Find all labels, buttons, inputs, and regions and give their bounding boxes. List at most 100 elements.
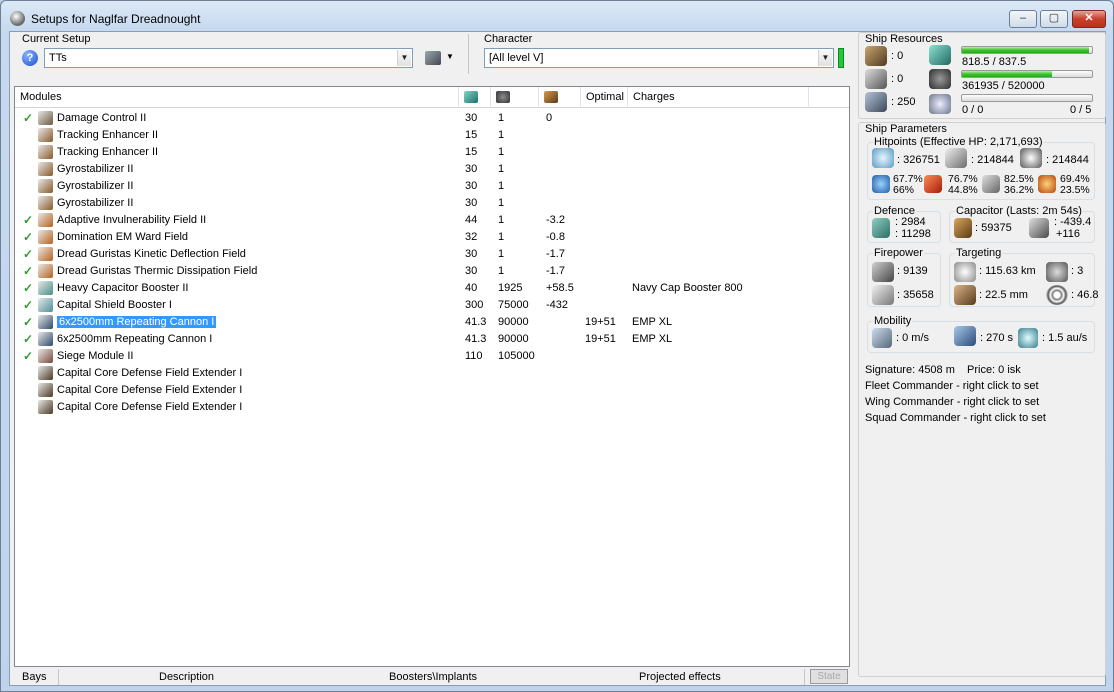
cpu-value: 818.5 / 837.5 <box>962 56 1027 68</box>
column-powergrid[interactable] <box>491 87 539 108</box>
tab-projected-effects[interactable]: Projected effects <box>639 671 721 683</box>
scan-resolution-icon <box>954 285 976 305</box>
column-charges[interactable]: Charges <box>628 87 809 108</box>
module-row[interactable]: Gyrostabilizer II 30 1 <box>15 195 849 212</box>
module-icon <box>38 383 53 397</box>
max-targets: : 3 <box>1071 265 1084 277</box>
module-capacitor: -432 <box>546 299 569 311</box>
module-powergrid: 1 <box>498 248 505 260</box>
module-powergrid: 1 <box>498 112 505 124</box>
module-icon <box>38 332 53 346</box>
module-row[interactable]: Capital Core Defense Field Extender I <box>15 399 849 416</box>
calibration-value: : 250 <box>891 96 916 108</box>
module-capacitor: 0 <box>546 112 553 124</box>
thermal-resist-armor: 44.8% <box>948 184 978 196</box>
volley-icon <box>872 285 894 305</box>
column-cpu[interactable] <box>459 87 491 108</box>
mobility-title: Mobility <box>873 315 913 327</box>
module-row[interactable]: ✓ Dread Guristas Kinetic Deflection Field… <box>15 246 849 263</box>
close-button[interactable]: ✕ <box>1072 10 1106 28</box>
module-name: Capital Shield Booster I <box>57 299 172 311</box>
module-cpu: 30 <box>465 163 478 175</box>
module-powergrid: 1 <box>498 129 505 141</box>
module-name: Dread Guristas Thermic Dissipation Field <box>57 265 258 277</box>
module-row[interactable]: ✓ Domination EM Ward Field 32 1 -0.8 <box>15 229 849 246</box>
tab-description[interactable]: Description <box>159 671 214 683</box>
armor-icon <box>945 148 967 168</box>
module-row[interactable]: ✓ Adaptive Invulnerability Field II 44 1 -3.… <box>15 212 849 229</box>
tab-boosters-implants[interactable]: Boosters\Implants <box>389 671 477 683</box>
module-row[interactable]: Tracking Enhancer II 15 1 <box>15 144 849 161</box>
kinetic-resist-armor: 36.2% <box>1004 184 1034 196</box>
module-name: Heavy Capacitor Booster II <box>57 282 189 294</box>
chevron-down-icon: ▼ <box>818 50 832 66</box>
module-row[interactable]: Gyrostabilizer II 30 1 <box>15 178 849 195</box>
character-select[interactable]: [All level V] ▼ <box>484 48 834 68</box>
active-check-icon: ✓ <box>23 349 34 363</box>
module-powergrid: 75000 <box>498 299 529 311</box>
module-row[interactable]: Tracking Enhancer II 15 1 <box>15 127 849 144</box>
module-row[interactable]: ✓ Heavy Capacitor Booster II 40 1925 +58.5 Na… <box>15 280 849 297</box>
module-icon <box>38 196 53 210</box>
module-row[interactable]: ✓ Damage Control II 30 1 0 <box>15 110 849 127</box>
title-bar[interactable]: Setups for Naglfar Dreadnought ‒ ▢ ✕ <box>1 1 1113 31</box>
module-name: Capital Core Defense Field Extender I <box>57 367 243 379</box>
module-row[interactable]: ✓ Siege Module II 110 105000 <box>15 348 849 365</box>
module-row[interactable]: ✓ Dread Guristas Thermic Dissipation Fiel… <box>15 263 849 280</box>
scan-resolution: : 22.5 mm <box>979 289 1028 301</box>
module-charges: EMP XL <box>632 333 673 345</box>
fleet-commander[interactable]: Fleet Commander - right click to set <box>865 380 1039 392</box>
ship-resources-panel: Ship Resources : 0 : 0 : 250 818.5 / 837… <box>858 32 1106 119</box>
module-name: Gyrostabilizer II <box>57 163 134 175</box>
module-icon <box>38 213 53 227</box>
active-check-icon: ✓ <box>23 281 34 295</box>
module-cpu: 40 <box>465 282 478 294</box>
module-optimal: 19+51 <box>585 316 616 328</box>
module-row[interactable]: Capital Core Defense Field Extender I <box>15 365 849 382</box>
column-optimal[interactable]: Optimal <box>581 87 628 108</box>
module-row[interactable]: ✓ Capital Shield Booster I 300 75000 -432 <box>15 297 849 314</box>
turret-dps-icon <box>872 262 894 282</box>
shield-hp: : 326751 <box>897 154 940 166</box>
capacitor-amount: : 59375 <box>975 222 1012 234</box>
module-row[interactable]: Gyrostabilizer II 30 1 <box>15 161 849 178</box>
module-icon <box>38 128 53 142</box>
state-button[interactable]: State <box>810 669 848 684</box>
defence-value-1: : 2984 <box>895 216 926 228</box>
hitpoints-box: : 326751 : 214844 : 214844 67.7% 66% 76.… <box>867 142 1095 200</box>
chevron-down-icon: ▼ <box>397 50 411 66</box>
align-time-icon <box>954 326 976 346</box>
module-name: Dread Guristas Kinetic Deflection Field <box>57 248 246 260</box>
minimize-button[interactable]: ‒ <box>1009 10 1037 28</box>
targeting-range-icon <box>954 262 976 282</box>
speed-icon <box>872 328 892 348</box>
module-name: Tracking Enhancer II <box>57 129 159 141</box>
column-modules[interactable]: Modules <box>15 87 459 108</box>
wing-commander[interactable]: Wing Commander - right click to set <box>865 396 1039 408</box>
column-capacitor[interactable] <box>539 87 581 108</box>
price: Price: 0 isk <box>967 364 1021 376</box>
module-row[interactable]: Capital Core Defense Field Extender I <box>15 382 849 399</box>
squad-commander[interactable]: Squad Commander - right click to set <box>865 412 1046 424</box>
shield-icon <box>872 148 894 168</box>
module-icon <box>38 179 53 193</box>
module-powergrid: 1 <box>498 231 505 243</box>
modules-list[interactable]: Modules Optimal Charges ✓ Damage Control … <box>14 86 850 667</box>
calibration-icon <box>865 92 887 112</box>
help-icon[interactable]: ? <box>22 50 38 66</box>
module-capacitor: +58.5 <box>546 282 574 294</box>
maximize-button[interactable]: ▢ <box>1040 10 1068 28</box>
firepower-box: : 9139 : 35658 <box>867 253 941 307</box>
align-time: : 270 s <box>980 332 1014 344</box>
ship-tools-dropdown-icon[interactable]: ▼ <box>446 52 454 61</box>
drone-bandwidth-icon <box>929 94 951 114</box>
module-row[interactable]: ✓ 6x2500mm Repeating Cannon I 41.3 90000 19+… <box>15 314 849 331</box>
sensor-strength-icon <box>1046 285 1068 305</box>
tab-bays[interactable]: Bays <box>22 671 46 683</box>
setup-select[interactable]: TTs ▼ <box>44 48 413 68</box>
ship-tools-icon[interactable] <box>425 51 441 65</box>
active-check-icon: ✓ <box>23 332 34 346</box>
armor-hp: : 214844 <box>971 154 1014 166</box>
module-name: 6x2500mm Repeating Cannon I <box>57 333 213 345</box>
module-row[interactable]: ✓ 6x2500mm Repeating Cannon I 41.3 90000 19+… <box>15 331 849 348</box>
